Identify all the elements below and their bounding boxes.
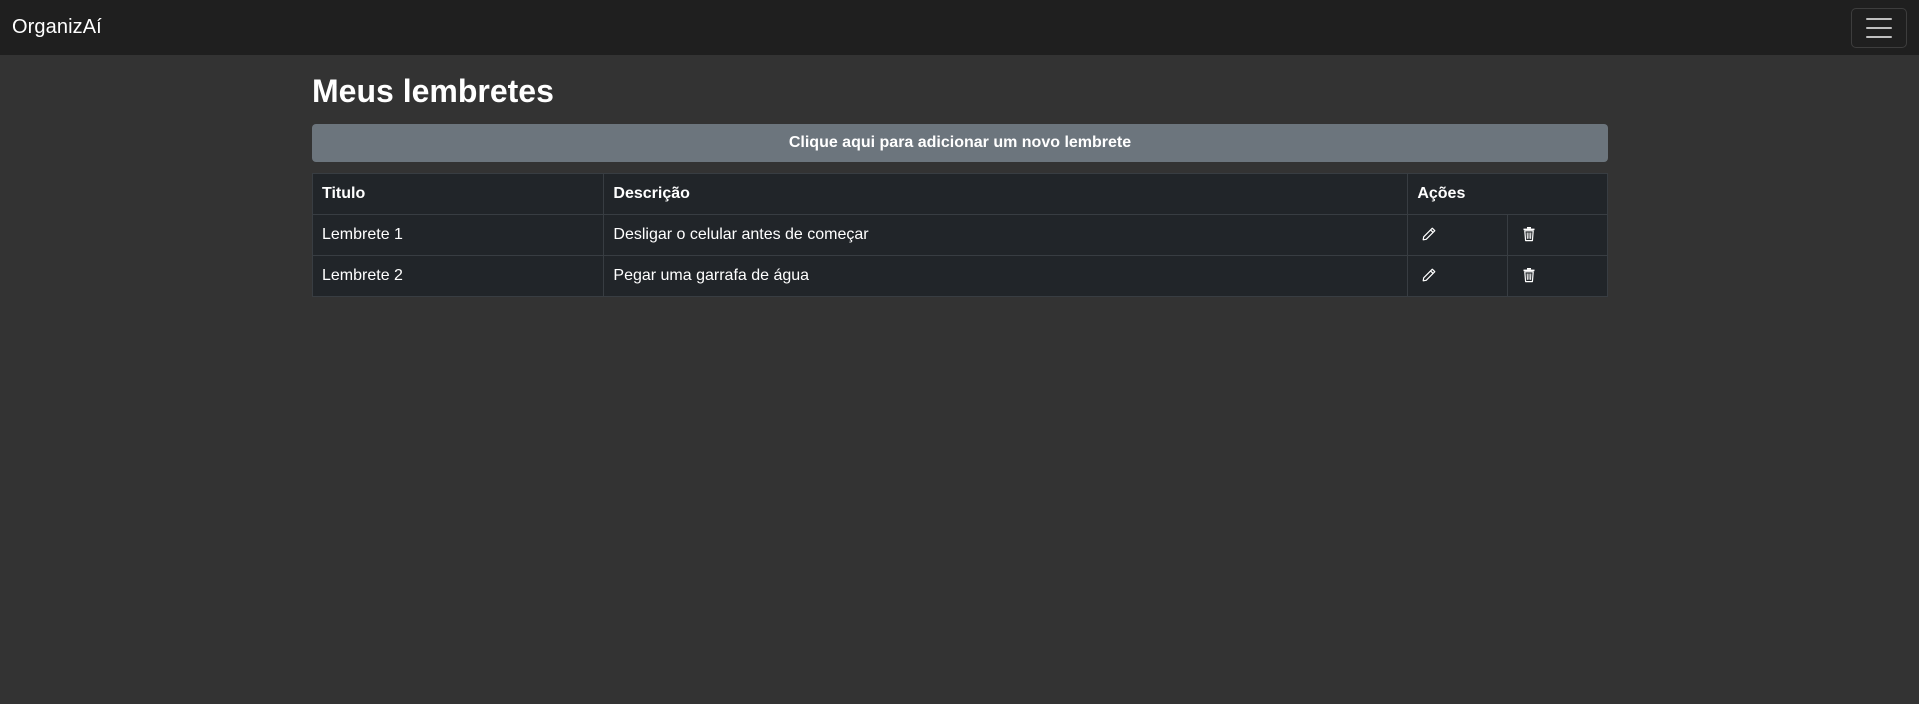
edit-reminder-button[interactable] (1417, 222, 1441, 246)
hamburger-icon (1866, 17, 1892, 20)
reminder-description: Desligar o celular antes de começar (603, 213, 1409, 256)
edit-cell (1407, 254, 1509, 297)
reminder-description: Pegar uma garrafa de água (603, 254, 1409, 297)
brand-link[interactable]: OrganizAí (12, 16, 102, 39)
pencil-icon (1422, 268, 1436, 282)
reminder-title: Lembrete 1 (311, 213, 605, 256)
hamburger-icon (1866, 35, 1892, 38)
column-header-title: Titulo (311, 172, 605, 215)
trash-icon (1523, 227, 1535, 242)
trash-icon (1523, 268, 1535, 283)
reminders-table: Titulo Descrição Ações Lembrete 1 Deslig… (311, 172, 1608, 297)
navbar-toggle-button[interactable] (1851, 7, 1907, 48)
edit-cell (1407, 213, 1509, 256)
delete-cell (1507, 213, 1608, 256)
page-title: Meus lembretes (312, 73, 554, 109)
table-row: Lembrete 2 Pegar uma garrafa de água (311, 254, 1608, 297)
table-header-row: Titulo Descrição Ações (311, 172, 1608, 215)
main-content: Meus lembretes Clique aqui para adiciona… (311, 55, 1608, 297)
hamburger-icon (1866, 26, 1892, 29)
column-header-description: Descrição (603, 172, 1409, 215)
delete-reminder-button[interactable] (1517, 222, 1541, 246)
table-row: Lembrete 1 Desligar o celular antes de c… (311, 213, 1608, 256)
navbar: OrganizAí (0, 0, 1919, 55)
delete-reminder-button[interactable] (1517, 263, 1541, 287)
reminder-title: Lembrete 2 (311, 254, 605, 297)
column-header-actions: Ações (1407, 172, 1608, 215)
edit-reminder-button[interactable] (1417, 263, 1441, 287)
add-reminder-button[interactable]: Clique aqui para adicionar um novo lembr… (312, 123, 1608, 162)
pencil-icon (1422, 227, 1436, 241)
delete-cell (1507, 254, 1608, 297)
